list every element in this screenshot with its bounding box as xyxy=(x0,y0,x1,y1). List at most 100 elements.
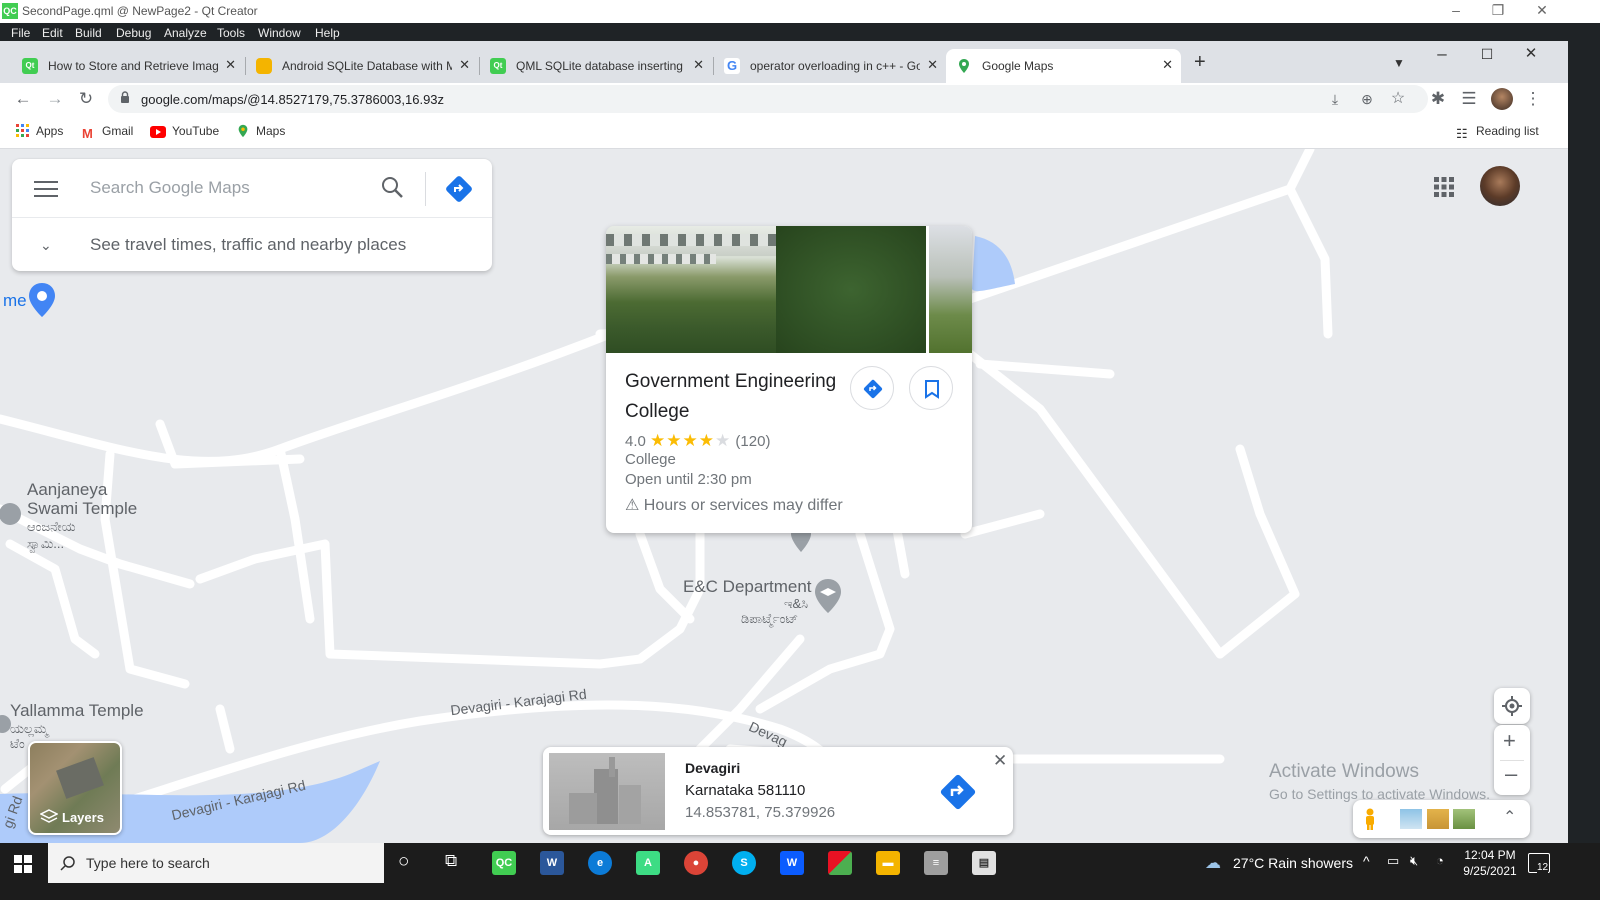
place-photo-secondary[interactable] xyxy=(929,226,972,353)
layers-button[interactable]: Layers xyxy=(28,741,122,835)
webex-icon[interactable]: W xyxy=(780,851,804,875)
tab-qml-sqlite[interactable]: Qt QML SQLite database inserting r ✕ xyxy=(480,49,712,83)
close-tab-icon[interactable]: ✕ xyxy=(459,57,470,73)
reading-list-icon[interactable]: ☰ xyxy=(1459,90,1479,108)
windows-start-icon[interactable] xyxy=(14,855,32,873)
imagery-thumbnail[interactable] xyxy=(1453,809,1475,829)
place-label-partial[interactable]: me xyxy=(3,291,27,310)
forward-icon[interactable]: → xyxy=(45,90,65,108)
file-explorer-icon[interactable]: ▬ xyxy=(876,851,900,875)
place-card[interactable]: Government Engineering College 4.0 ★★★★★… xyxy=(606,226,972,533)
close-tab-icon[interactable]: ✕ xyxy=(225,57,236,73)
tab-google-maps[interactable]: Google Maps ✕ xyxy=(946,49,1181,83)
restore-icon[interactable]: ❐ xyxy=(1488,2,1508,19)
my-location-button[interactable] xyxy=(1494,688,1530,724)
volume-muted-icon[interactable]: 🔇︎ xyxy=(1410,853,1418,869)
menu-help[interactable]: Help xyxy=(315,26,340,40)
bookmark-star-icon[interactable]: ☆ xyxy=(1388,90,1408,108)
review-count[interactable]: (120) xyxy=(735,433,770,450)
tab-operator-overloading[interactable]: G operator overloading in c++ - Go ✕ xyxy=(714,49,946,83)
rating-value: 4.0 xyxy=(625,433,646,450)
place-label-aanjaneya-line2[interactable]: Swami Temple xyxy=(27,499,137,518)
chevron-up-icon[interactable]: ^ xyxy=(1363,853,1370,869)
back-icon[interactable]: ← xyxy=(13,90,33,108)
extensions-icon[interactable]: ✱ xyxy=(1428,90,1448,108)
chrome-icon[interactable]: ● xyxy=(684,851,708,875)
menu-tools[interactable]: Tools xyxy=(217,26,245,40)
zoom-in-icon[interactable]: + xyxy=(1503,728,1516,754)
menu-icon[interactable] xyxy=(34,181,58,199)
clock-date: 9/25/2021 xyxy=(1463,864,1517,878)
maximize-icon[interactable]: ☐ xyxy=(1477,45,1497,63)
app-icon[interactable]: ▤ xyxy=(972,851,996,875)
menu-debug[interactable]: Debug xyxy=(116,26,151,40)
bookmark-gmail[interactable]: M Gmail xyxy=(82,124,133,141)
chevron-down-icon[interactable]: ⌄ xyxy=(40,237,52,254)
reload-icon[interactable]: ↻ xyxy=(76,90,96,108)
account-avatar[interactable] xyxy=(1480,166,1520,206)
place-photo[interactable] xyxy=(606,226,926,353)
install-icon[interactable]: ⤓ xyxy=(1325,90,1345,108)
bookmark-maps[interactable]: Maps xyxy=(236,124,285,138)
google-apps-icon[interactable] xyxy=(1434,177,1454,197)
cortana-icon[interactable]: ○ xyxy=(398,851,409,873)
wifi-icon[interactable]: ◔ xyxy=(1436,853,1444,868)
search-input[interactable] xyxy=(90,176,370,200)
close-icon[interactable]: ✕ xyxy=(1532,2,1552,19)
taskbar-search[interactable]: Type here to search xyxy=(48,843,384,883)
tab-store-retrieve-image[interactable]: Qt How to Store and Retrieve Image ✕ xyxy=(12,49,244,83)
new-tab-button[interactable]: + xyxy=(1194,51,1214,85)
search-icon[interactable] xyxy=(380,175,406,201)
bookmark-apps[interactable]: Apps xyxy=(16,124,63,138)
database-icon[interactable]: ≡ xyxy=(924,851,948,875)
tab-search-icon[interactable]: ▼ xyxy=(1389,54,1409,72)
notifications-icon[interactable]: 12 xyxy=(1528,853,1550,873)
imagery-thumbnail[interactable] xyxy=(1400,809,1422,829)
menu-analyze[interactable]: Analyze xyxy=(164,26,207,40)
street-view-thumbnail[interactable] xyxy=(549,753,665,830)
task-view-icon[interactable]: ⧉ xyxy=(445,851,457,871)
directions-button[interactable] xyxy=(850,366,894,410)
expand-up-icon[interactable]: ⌃ xyxy=(1503,807,1516,827)
edge-icon[interactable]: e xyxy=(588,851,612,875)
address-bar[interactable]: google.com/maps/@14.8527179,75.3786003,1… xyxy=(108,85,1428,113)
weather-status[interactable]: 27°C Rain showers xyxy=(1233,855,1353,871)
skype-icon[interactable]: S xyxy=(732,851,756,875)
zoom-icon[interactable]: ⊕ xyxy=(1357,90,1377,108)
menu-file[interactable]: File xyxy=(11,26,30,40)
clock[interactable]: 12:04 PM 9/25/2021 xyxy=(1460,847,1520,879)
word-icon[interactable]: W xyxy=(540,851,564,875)
directions-icon[interactable] xyxy=(939,773,977,811)
place-label-aanjaneya[interactable]: Aanjaneya xyxy=(27,480,107,499)
menu-window[interactable]: Window xyxy=(258,26,301,40)
imagery-thumbnail[interactable] xyxy=(1427,809,1449,829)
minimize-icon[interactable]: – xyxy=(1446,2,1466,18)
tab-android-sqlite[interactable]: Android SQLite Database with M ✕ xyxy=(246,49,478,83)
close-icon[interactable]: ✕ xyxy=(1521,45,1541,63)
app-icon[interactable] xyxy=(828,851,852,875)
location-info-card[interactable]: Devagiri Karnataka 581110 14.853781, 75.… xyxy=(543,747,1013,835)
qt-creator-taskbar-icon[interactable]: QC xyxy=(492,851,516,875)
map-canvas[interactable]: me Aanjaneya Swami Temple ಆಂಜನೇಯ ಸ್ವಾಮಿ.… xyxy=(0,149,1568,843)
menu-edit[interactable]: Edit xyxy=(42,26,63,40)
close-tab-icon[interactable]: ✕ xyxy=(1162,57,1173,73)
zoom-out-icon[interactable]: – xyxy=(1505,761,1517,787)
minimize-icon[interactable]: – xyxy=(1432,45,1452,63)
close-tab-icon[interactable]: ✕ xyxy=(927,57,938,73)
close-icon[interactable]: ✕ xyxy=(993,751,1007,771)
pegman-icon[interactable] xyxy=(1363,808,1377,830)
search-panel: ⌄ See travel times, traffic and nearby p… xyxy=(12,159,492,271)
place-label-ec-department[interactable]: E&C Department xyxy=(683,577,812,596)
profile-avatar[interactable] xyxy=(1491,88,1513,110)
save-button[interactable] xyxy=(909,366,953,410)
battery-icon[interactable]: ▭ xyxy=(1387,853,1399,869)
android-studio-icon[interactable]: A xyxy=(636,851,660,875)
reading-list-button[interactable]: ☷ Reading list xyxy=(1456,124,1539,141)
place-label-yallamma[interactable]: Yallamma Temple xyxy=(10,701,144,720)
close-tab-icon[interactable]: ✕ xyxy=(693,57,704,73)
menu-kebab-icon[interactable]: ⋮ xyxy=(1523,90,1543,108)
bookmark-youtube[interactable]: YouTube xyxy=(150,124,219,138)
directions-icon[interactable] xyxy=(445,175,473,203)
menu-build[interactable]: Build xyxy=(75,26,102,40)
travel-times-hint[interactable]: See travel times, traffic and nearby pla… xyxy=(90,235,406,255)
